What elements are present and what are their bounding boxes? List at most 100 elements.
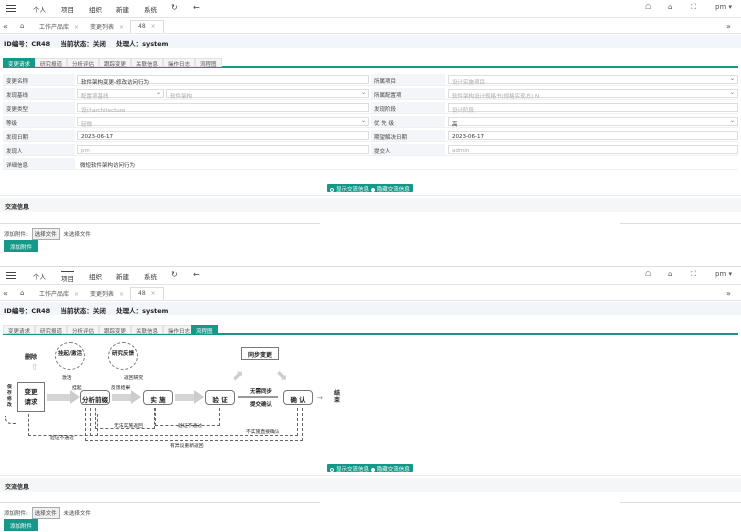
project-select[interactable]: 设计实施项目 — [448, 75, 738, 86]
close-icon[interactable]: × — [74, 24, 79, 31]
tag-icon[interactable]: ⌂ — [668, 3, 672, 11]
nav-system[interactable]: 系统 — [144, 271, 157, 281]
user-menu[interactable]: pm ▾ — [715, 270, 732, 278]
hide-comm-label: 隐藏交流信息 — [376, 187, 410, 193]
nav-personal[interactable]: 个人 — [33, 271, 46, 281]
expected-date-input[interactable]: 2023-06-17 — [448, 131, 738, 140]
flow-verify-fail: 验证不通过 — [50, 436, 74, 441]
home-icon[interactable]: ⌂ — [20, 289, 24, 297]
tab-scroll-right-icon[interactable]: » — [726, 22, 731, 31]
fullscreen-icon[interactable]: ⛶ — [691, 270, 696, 279]
found-date-input[interactable]: 2023-06-17 — [77, 131, 369, 140]
comm-toggle[interactable]: 显示交流信息 隐藏交流信息 — [327, 464, 413, 473]
level-select[interactable]: 轻微 — [77, 117, 369, 128]
subtab-change-request[interactable]: 变更请求 — [3, 58, 36, 68]
close-icon[interactable]: × — [151, 290, 156, 297]
baseline-type-select[interactable]: 配置项基线 — [77, 89, 164, 100]
form-row: 等级 轻微 优 先 级 高 — [3, 116, 738, 128]
submitter-input[interactable]: admin — [448, 145, 738, 154]
tab-change-list[interactable]: 变更列表 × — [90, 22, 124, 31]
priority-label: 优 先 级 — [371, 116, 445, 127]
tab-scroll-left-icon[interactable]: « — [3, 289, 8, 298]
comm-section-title: 交流信息 — [0, 478, 741, 492]
id-label: ID编号：CR48 — [4, 307, 51, 315]
choose-file-button[interactable]: 选择文件 — [31, 507, 60, 519]
tab-product-library[interactable]: 工作产品库 × — [39, 22, 79, 31]
change-name-label: 变更名称 — [3, 74, 75, 85]
close-icon[interactable]: × — [74, 291, 79, 298]
subtab-research[interactable]: 研究报道 — [35, 325, 68, 335]
change-name-input[interactable]: 软件架构变更-修改访问行为 — [77, 75, 369, 86]
tab-change-list[interactable]: 变更列表 × — [90, 289, 124, 298]
hamburger-menu-icon[interactable] — [6, 3, 16, 13]
comm-toggle[interactable]: 显示交流信息 隐藏交流信息 — [327, 184, 413, 193]
nav-system[interactable]: 系统 — [144, 4, 157, 14]
nav-project[interactable]: 项目 — [61, 271, 74, 283]
close-icon[interactable]: × — [119, 24, 124, 31]
hide-comm-radio[interactable]: 隐藏交流信息 — [370, 467, 410, 473]
close-icon[interactable]: × — [151, 23, 156, 30]
flow-dashed-line — [5, 416, 17, 424]
nav-organization[interactable]: 组织 — [89, 4, 102, 14]
nav-organization[interactable]: 组织 — [89, 271, 102, 281]
subtab-change-request[interactable]: 变更请求 — [3, 325, 36, 335]
back-arrow-icon[interactable]: ← — [193, 270, 200, 279]
nav-new[interactable]: 新建 — [116, 271, 129, 281]
divider — [0, 223, 320, 224]
show-comm-radio[interactable]: 显示交流信息 — [330, 187, 369, 193]
stage-select[interactable]: 设计阶段 — [448, 103, 738, 114]
flow-band — [112, 394, 132, 401]
tab-label: 48 — [138, 23, 146, 30]
notification-icon[interactable]: ☖ — [645, 3, 651, 11]
baseline-select[interactable]: 软件架构 — [166, 89, 369, 100]
refresh-icon[interactable]: ↻ — [171, 3, 178, 12]
show-comm-radio[interactable]: 显示交流信息 — [330, 467, 369, 473]
finder-input[interactable]: pm — [77, 145, 369, 154]
user-name: pm — [715, 270, 727, 278]
home-icon[interactable]: ⌂ — [20, 22, 24, 30]
nav-new[interactable]: 新建 — [116, 4, 129, 14]
add-attachment-button[interactable]: 添加附件 — [4, 519, 39, 531]
config-select[interactable]: 软件架构设计规格书(规格实现方) N — [448, 89, 738, 100]
subtab-log[interactable]: 操作日志 — [163, 58, 196, 68]
level-label: 等级 — [3, 116, 75, 127]
subtab-related[interactable]: 关联信息 — [131, 325, 164, 335]
priority-select[interactable]: 高 — [448, 117, 738, 128]
fullscreen-icon[interactable]: ⛶ — [691, 3, 696, 12]
user-menu[interactable]: pm ▾ — [715, 3, 732, 11]
refresh-icon[interactable]: ↻ — [171, 270, 178, 279]
tab-48[interactable]: 48 × — [130, 287, 164, 300]
tab-scroll-right-icon[interactable]: » — [726, 289, 731, 298]
subtab-tracking[interactable]: 跟踪变更 — [99, 58, 132, 68]
add-attachment-button[interactable]: 添加附件 — [4, 240, 39, 252]
hide-comm-radio[interactable]: 隐藏交流信息 — [370, 187, 410, 193]
close-icon[interactable]: × — [119, 291, 124, 298]
choose-file-button[interactable]: 选择文件 — [31, 228, 60, 240]
subtab-analysis[interactable]: 分析评估 — [67, 58, 100, 68]
notification-icon[interactable]: ☖ — [645, 270, 651, 278]
subtab-related[interactable]: 关联信息 — [131, 58, 164, 68]
flow-arrow-icon — [194, 390, 204, 404]
subtab-flowchart[interactable]: 流程图 — [195, 58, 222, 68]
type-select[interactable]: 设计architecture — [77, 103, 369, 114]
back-arrow-icon[interactable]: ← — [193, 3, 200, 12]
tab-scroll-left-icon[interactable]: « — [3, 22, 8, 31]
flow-arrow-icon — [131, 390, 141, 404]
nav-personal[interactable]: 个人 — [33, 4, 46, 14]
tag-icon[interactable]: ⌂ — [668, 270, 672, 278]
subtab-research[interactable]: 研究报道 — [35, 58, 68, 68]
tab-48[interactable]: 48 × — [130, 20, 164, 33]
flow-submit-confirm: 提交确认 — [250, 402, 273, 408]
hamburger-menu-icon[interactable] — [6, 270, 16, 280]
subtab-tracking[interactable]: 跟踪变更 — [99, 325, 132, 335]
status-label: 当前状态：关闭 — [60, 40, 106, 48]
subtab-analysis[interactable]: 分析评估 — [67, 325, 100, 335]
subtab-flowchart[interactable]: 流程图 — [191, 325, 218, 335]
status-label: 当前状态：关闭 — [60, 307, 106, 315]
top-navbar: 个人 项目 组织 新建 系统 ↻ ← ☖ ⌂ ⛶ pm ▾ — [0, 267, 741, 285]
form-row: 发现基线 配置项基线 软件架构 所属配置项 软件架构设计规格书(规格实现方) N — [3, 88, 738, 100]
form-row: 变更类型 设计architecture 发现阶段 设计阶段 — [3, 102, 738, 114]
tab-product-library[interactable]: 工作产品库 × — [39, 289, 79, 298]
nav-project[interactable]: 项目 — [61, 4, 74, 14]
found-date-label: 发现日期 — [3, 130, 75, 141]
